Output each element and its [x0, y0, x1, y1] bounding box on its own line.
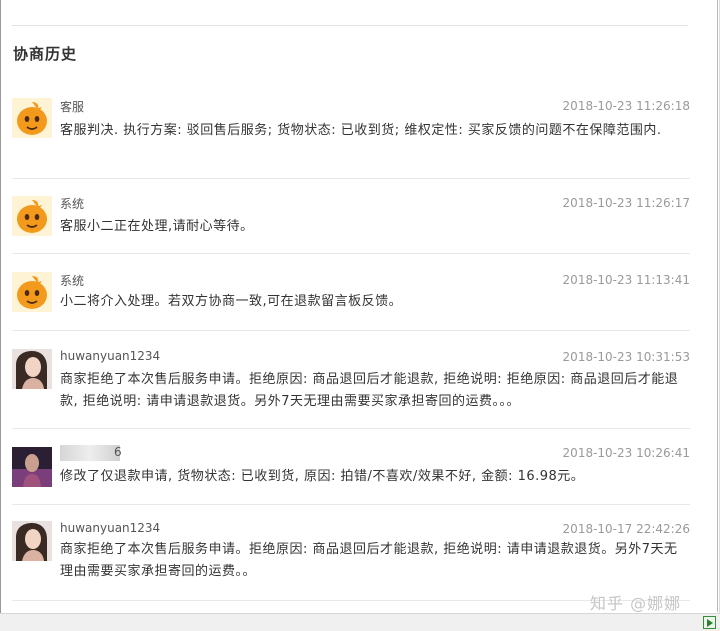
window-right-border: [717, 0, 718, 612]
entry-timestamp: 2018-10-23 10:31:53: [562, 350, 690, 364]
horizontal-scrollbar[interactable]: [0, 613, 720, 631]
mascot-avatar: [12, 98, 52, 138]
entry-message: 客服小二正在处理,请耐心等待。: [60, 219, 254, 234]
entry-message: 小二将介入处理。若双方协商一致,可在退款留言板反馈。: [60, 294, 403, 309]
entry-author: 6: [114, 445, 122, 459]
history-entry: 系统 2018-10-23 11:26:17 客服小二正在处理,请耐心等待。: [12, 178, 690, 254]
scroll-arrow-icon[interactable]: [703, 616, 716, 629]
history-entry: huwanyuan1234 2018-10-17 22:42:26 商家拒绝了本…: [12, 504, 690, 601]
history-entry: 系统 2018-10-23 11:13:41 小二将介入处理。若双方协商一致,可…: [12, 253, 690, 331]
entry-timestamp: 2018-10-23 11:26:18: [562, 99, 690, 113]
seller-photo-avatar: [12, 349, 52, 389]
history-entry: 6 2018-10-23 10:26:41 修改了仅退款申请, 货物状态: 已收…: [12, 428, 690, 505]
mascot-avatar: [12, 196, 52, 236]
section-title: 协商历史: [13, 45, 78, 63]
entry-author: huwanyuan1234: [60, 349, 161, 363]
entry-message: 商家拒绝了本次售后服务申请。拒绝原因: 商品退回后才能退款, 拒绝说明: 请申请…: [60, 542, 678, 579]
mascot-avatar: [12, 272, 52, 312]
entry-author: 系统: [60, 274, 85, 288]
entry-message: 客服判决. 执行方案: 驳回售后服务; 货物状态: 已收到货; 维权定性: 买家…: [60, 123, 662, 138]
entry-author-obscured: [60, 445, 120, 461]
history-entry: 客服 2018-10-23 11:26:18 客服判决. 执行方案: 驳回售后服…: [12, 94, 690, 179]
history-entry: huwanyuan1234 2018-10-23 10:31:53 商家拒绝了本…: [12, 330, 690, 429]
entry-timestamp: 2018-10-23 11:13:41: [562, 273, 690, 287]
entry-author: huwanyuan1234: [60, 521, 161, 535]
window-left-border: [0, 0, 1, 630]
entry-message: 修改了仅退款申请, 货物状态: 已收到货, 原因: 拍错/不喜欢/效果不好, 金…: [60, 469, 585, 484]
entry-timestamp: 2018-10-23 11:26:17: [562, 196, 690, 210]
buyer-photo-avatar: [12, 447, 52, 487]
entry-author: 客服: [60, 100, 85, 114]
entry-author: 系统: [60, 197, 85, 211]
seller-photo-avatar: [12, 521, 52, 561]
entry-timestamp: 2018-10-23 10:26:41: [562, 446, 690, 460]
top-divider: [12, 25, 688, 26]
watermark: 知乎 @娜娜: [590, 594, 682, 613]
entry-message: 商家拒绝了本次售后服务申请。拒绝原因: 商品退回后才能退款, 拒绝说明: 拒绝原…: [60, 372, 679, 409]
entry-timestamp: 2018-10-17 22:42:26: [562, 522, 690, 536]
